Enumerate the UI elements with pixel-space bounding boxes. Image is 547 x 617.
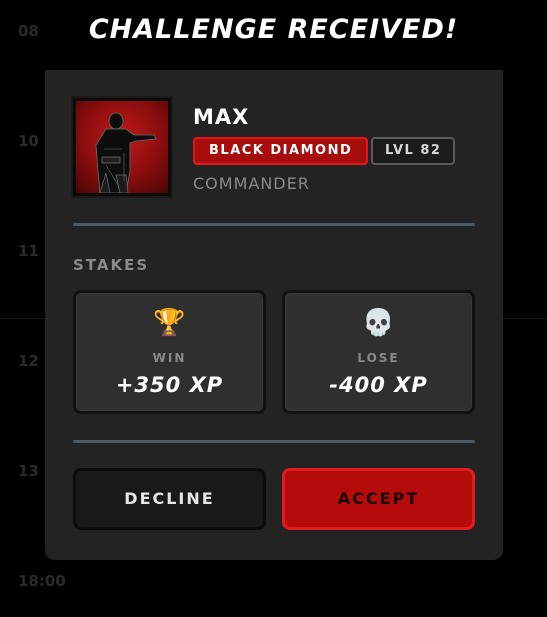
lose-xp-value: -400 XP (329, 373, 428, 397)
player-name: MAX (193, 105, 250, 129)
accept-button[interactable]: ACCEPT (282, 468, 475, 530)
win-stake-card: 🏆 WIN +350 XP (73, 290, 266, 414)
win-label: WIN (152, 351, 187, 365)
background-time-label: 12 (18, 352, 39, 370)
stakes-heading: STAKES (73, 256, 150, 274)
decline-button[interactable]: DECLINE (73, 468, 266, 530)
divider (73, 223, 475, 226)
rank-badge: BLACK DIAMOND (193, 137, 369, 165)
modal-title: CHALLENGE RECEIVED! (88, 14, 459, 45)
background-time-label: 11 (18, 242, 39, 260)
avatar (71, 96, 173, 198)
soldier-portrait-icon (76, 101, 168, 193)
challenge-card: MAX BLACK DIAMOND LVL 82 COMMANDER STAKE… (45, 70, 503, 560)
background-time-label: 10 (18, 132, 39, 150)
soldier-silhouette (95, 112, 157, 193)
skull-icon: 💀 (362, 308, 395, 338)
trophy-icon: 🏆 (153, 308, 186, 338)
background-time-label: 18:00 (18, 572, 66, 590)
lose-stake-card: 💀 LOSE -400 XP (282, 290, 475, 414)
background-time-label: 13 (18, 462, 39, 480)
divider (73, 440, 475, 443)
level-badge: LVL 82 (371, 137, 456, 165)
player-title: COMMANDER (193, 174, 310, 193)
win-xp-value: +350 XP (115, 373, 224, 397)
lose-label: LOSE (357, 351, 400, 365)
